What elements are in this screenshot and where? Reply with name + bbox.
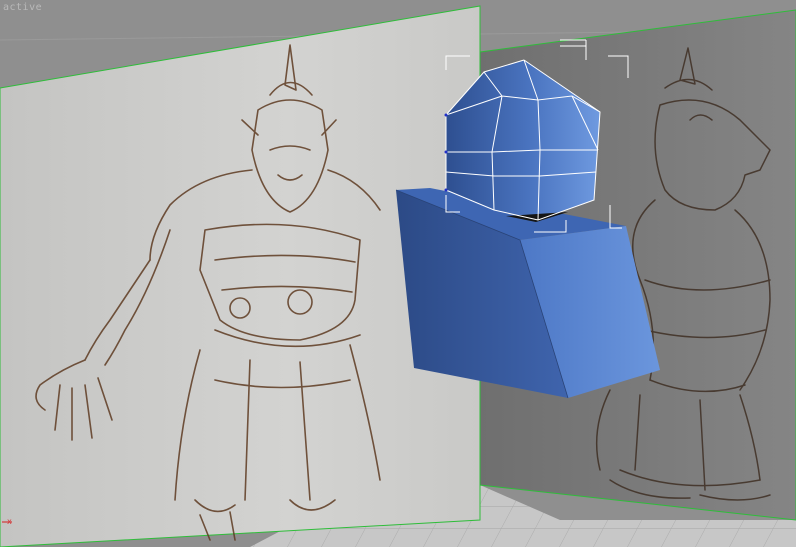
scene-canvas[interactable]: x <box>0 0 796 547</box>
3d-viewport[interactable]: active x <box>0 0 796 547</box>
svg-text:x: x <box>7 517 12 526</box>
